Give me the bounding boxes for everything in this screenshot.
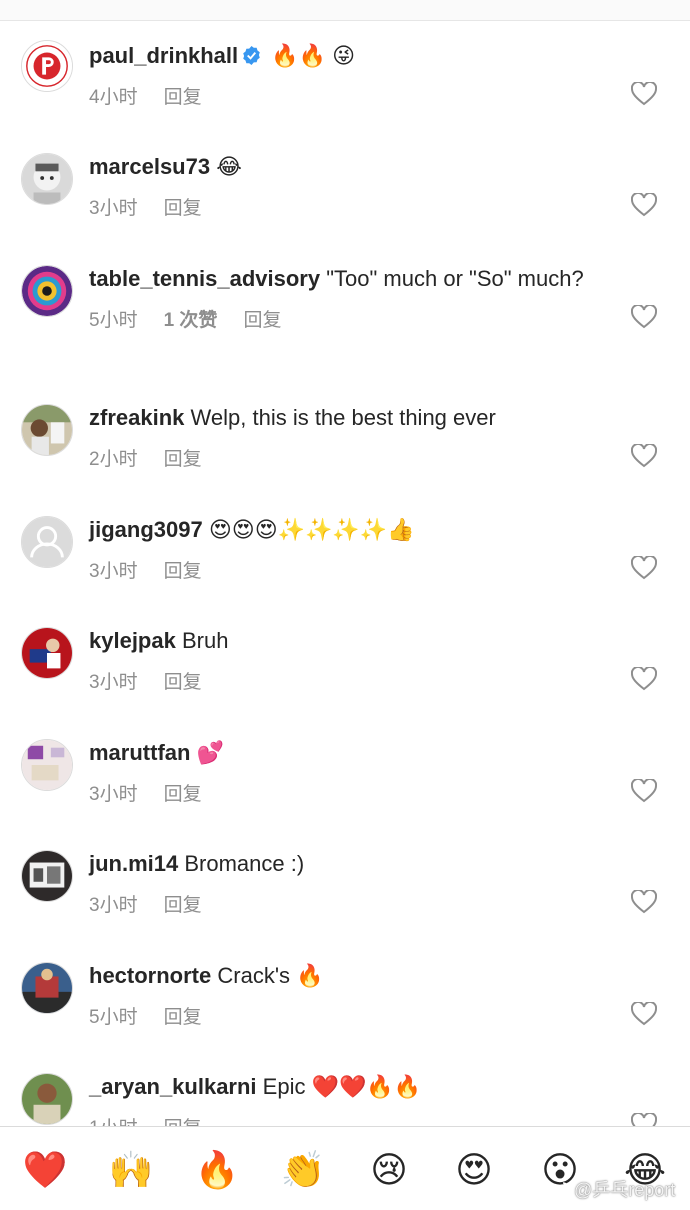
like-heart-icon[interactable] [631, 1113, 657, 1126]
like-heart-icon[interactable] [631, 890, 657, 914]
reaction-fire-button[interactable]: 🔥 [194, 1150, 240, 1190]
watermark-text: @乒乓report [574, 1180, 676, 1200]
reply-button[interactable]: 回复 [164, 672, 202, 693]
reply-button[interactable]: 回复 [164, 561, 202, 582]
reaction-clap-button[interactable]: 👏 [280, 1150, 326, 1190]
comment-line: paul_drinkhall 🔥🔥 😜 [89, 42, 609, 69]
avatar[interactable] [21, 850, 73, 902]
comment-username[interactable]: jun.mi14 [89, 851, 178, 876]
like-heart-icon[interactable] [631, 305, 657, 329]
comment-list[interactable]: paul_drinkhall 🔥🔥 😜 4小时 回复 marcelsu73 😂 3… [0, 20, 690, 1126]
reply-button[interactable]: 回复 [164, 449, 202, 470]
avatar[interactable] [21, 1073, 73, 1125]
comment-text: Bruh [181, 628, 229, 653]
comment-meta: 5小时 1 次赞 回复 [89, 305, 609, 332]
comment-username[interactable]: marcelsu73 [89, 154, 210, 179]
verified-badge-icon [242, 44, 261, 65]
comment-meta: 3小时 回复 [89, 890, 609, 917]
comment-time: 3小时 [89, 895, 138, 916]
comment-text: "Too" much or "So" much? [326, 266, 584, 291]
comment-meta: 1小时 回复 [89, 1113, 609, 1126]
like-heart-icon[interactable] [631, 193, 657, 217]
comment-time: 4小时 [89, 87, 138, 108]
reply-button[interactable]: 回复 [164, 1007, 202, 1028]
comment-line: hectornorte Crack's 🔥 [89, 962, 609, 989]
comment-time: 3小时 [89, 784, 138, 805]
comment-username[interactable]: paul_drinkhall [89, 43, 238, 68]
avatar[interactable] [21, 516, 73, 568]
top-divider [0, 0, 690, 21]
reply-button[interactable]: 回复 [243, 310, 281, 331]
avatar[interactable] [21, 153, 73, 205]
comment-time: 2小时 [89, 449, 138, 470]
comment-username[interactable]: kylejpak [89, 628, 176, 653]
comment-line: jigang3097 😍😍😍✨✨✨✨👍 [89, 516, 609, 543]
avatar[interactable] [21, 265, 73, 317]
reply-button[interactable]: 回复 [164, 198, 202, 219]
comment-text: Crack's 🔥 [217, 963, 324, 988]
comment-time: 5小时 [89, 310, 138, 331]
reply-button[interactable]: 回复 [164, 1118, 202, 1126]
reaction-crying-button[interactable]: 😢 [366, 1150, 412, 1190]
like-heart-icon[interactable] [631, 82, 657, 106]
reply-button[interactable]: 回复 [164, 87, 202, 108]
reply-button[interactable]: 回复 [164, 784, 202, 805]
like-heart-icon[interactable] [631, 779, 657, 803]
comment-line: _aryan_kulkarni Epic ❤️❤️🔥🔥 [89, 1073, 609, 1100]
comment-text: Epic ❤️❤️🔥🔥 [262, 1074, 422, 1099]
avatar[interactable] [21, 962, 73, 1014]
avatar[interactable] [21, 404, 73, 456]
reaction-raised-hands-button[interactable]: 🙌 [108, 1150, 154, 1190]
like-heart-icon[interactable] [631, 667, 657, 691]
comment-meta: 3小时 回复 [89, 667, 609, 694]
comment-text: 😍😍😍✨✨✨✨👍 [208, 517, 415, 542]
avatar[interactable] [21, 739, 73, 791]
comment-text: 💕 [196, 740, 224, 765]
comment-meta: 3小时 回复 [89, 556, 609, 583]
watermark: @乒乓report [548, 1176, 675, 1202]
like-heart-icon[interactable] [631, 1002, 657, 1026]
reaction-heart-eyes-button[interactable]: 😍 [451, 1150, 497, 1190]
comment-time: 3小时 [89, 561, 138, 582]
comment-time: 3小时 [89, 672, 138, 693]
comment-meta: 3小时 回复 [89, 193, 609, 220]
comment-text: Bromance :) [184, 851, 305, 876]
comment-text: 🔥🔥 😜 [271, 43, 356, 68]
reaction-heart-button[interactable]: ❤️ [22, 1150, 68, 1190]
comment-meta: 4小时 回复 [89, 82, 609, 109]
comment-username[interactable]: table_tennis_advisory [89, 266, 320, 291]
comment-meta: 5小时 回复 [89, 1002, 609, 1029]
comment-time: 3小时 [89, 198, 138, 219]
comment-line: zfreakink Welp, this is the best thing e… [89, 404, 609, 431]
comment-username[interactable]: zfreakink [89, 405, 184, 430]
like-heart-icon[interactable] [631, 556, 657, 580]
like-heart-icon[interactable] [631, 444, 657, 468]
reply-button[interactable]: 回复 [164, 895, 202, 916]
comment-line: jun.mi14 Bromance :) [89, 850, 609, 877]
comment-line: kylejpak Bruh [89, 627, 609, 654]
comment-username[interactable]: hectornorte [89, 963, 211, 988]
comment-line: maruttfan 💕 [89, 739, 609, 766]
comment-meta: 2小时 回复 [89, 444, 609, 471]
comment-time: 5小时 [89, 1007, 138, 1028]
comment-time: 1小时 [89, 1118, 138, 1126]
comment-username[interactable]: maruttfan [89, 740, 190, 765]
comment-text: Welp, this is the best thing ever [190, 405, 496, 430]
avatar[interactable] [21, 627, 73, 679]
avatar[interactable] [21, 40, 73, 92]
weibo-logo-icon [548, 1181, 570, 1199]
comment-meta: 3小时 回复 [89, 779, 609, 806]
comment-text: 😂 [216, 154, 242, 179]
likes-count[interactable]: 1 次赞 [164, 310, 218, 331]
comment-line: marcelsu73 😂 [89, 153, 609, 180]
comment-username[interactable]: jigang3097 [89, 517, 203, 542]
comment-line: table_tennis_advisory "Too" much or "So"… [89, 265, 609, 292]
comment-username[interactable]: _aryan_kulkarni [89, 1074, 257, 1099]
